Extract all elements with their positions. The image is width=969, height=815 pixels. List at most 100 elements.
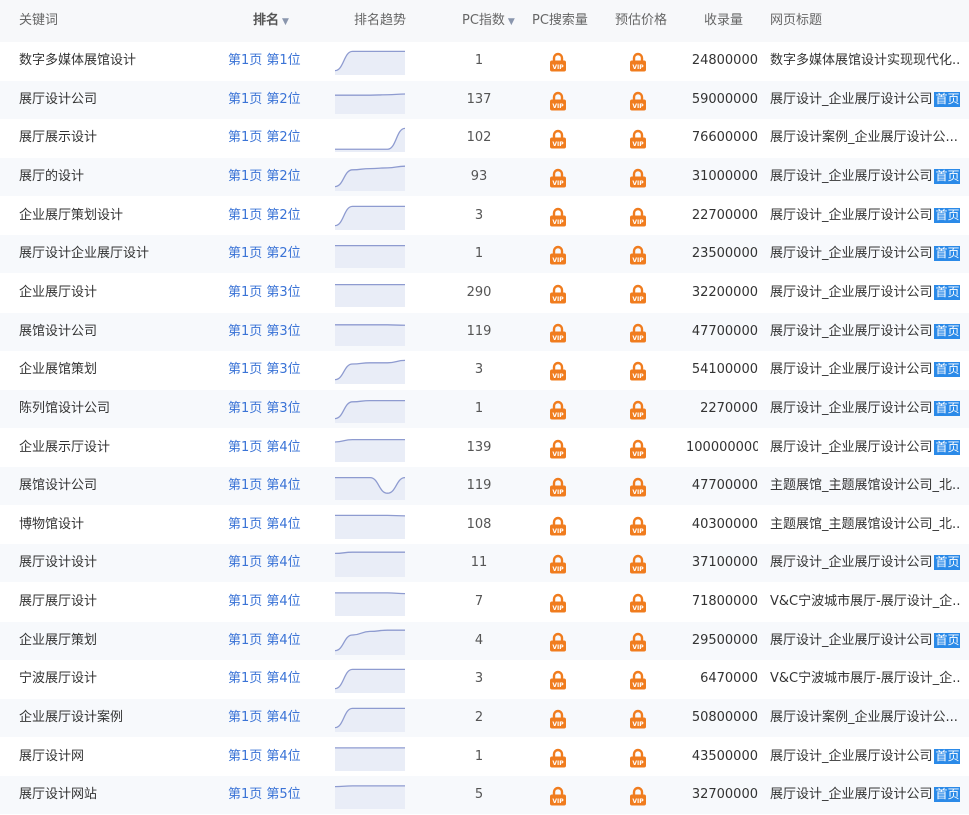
rank-link[interactable]: 第1页 第4位 — [228, 506, 328, 544]
rank-trend-sparkline[interactable] — [335, 511, 405, 539]
vip-lock-icon[interactable]: VIP — [549, 632, 567, 652]
rank-trend-sparkline[interactable] — [335, 318, 405, 346]
rank-link[interactable]: 第1页 第4位 — [228, 660, 328, 698]
rank-link[interactable]: 第1页 第4位 — [228, 583, 328, 621]
page-title-cell[interactable]: 展厅设计_企业展厅设计公司 首页 — [770, 81, 960, 119]
vip-lock-icon[interactable]: VIP — [549, 168, 567, 188]
vip-lock-icon[interactable]: VIP — [629, 477, 647, 497]
page-title-cell[interactable]: 展厅设计_企业展厅设计公司 首页 — [770, 313, 960, 351]
rank-link[interactable]: 第1页 第4位 — [228, 544, 328, 582]
col-pc-index-sort[interactable]: PC指数 ▼ — [462, 0, 515, 42]
page-title-cell[interactable]: 展厅设计_企业展厅设计公司 首页 — [770, 622, 960, 660]
page-title-cell[interactable]: 展厅设计_企业展厅设计公司 首页 — [770, 390, 960, 428]
vip-lock-icon[interactable]: VIP — [549, 593, 567, 613]
rank-link[interactable]: 第1页 第2位 — [228, 81, 328, 119]
rank-trend-sparkline[interactable] — [335, 627, 405, 655]
rank-trend-sparkline[interactable] — [335, 202, 405, 230]
rank-trend-sparkline[interactable] — [335, 124, 405, 153]
rank-link[interactable]: 第1页 第2位 — [228, 235, 328, 273]
rank-link[interactable]: 第1页 第2位 — [228, 158, 328, 196]
vip-lock-icon[interactable]: VIP — [549, 400, 567, 420]
rank-trend-sparkline[interactable] — [335, 665, 405, 694]
rank-trend-sparkline[interactable] — [335, 743, 405, 771]
rank-link[interactable]: 第1页 第3位 — [228, 274, 328, 312]
rank-link[interactable]: 第1页 第4位 — [228, 429, 328, 467]
vip-lock-icon[interactable]: VIP — [549, 748, 567, 768]
page-title-cell[interactable]: V&C宁波城市展厅-展厅设计_企... — [770, 660, 960, 698]
page-title-cell[interactable]: 展厅设计案例_企业展厅设计公... — [770, 119, 960, 157]
vip-lock-icon[interactable]: VIP — [629, 284, 647, 304]
vip-lock-icon[interactable]: VIP — [629, 323, 647, 343]
rank-link[interactable]: 第1页 第3位 — [228, 351, 328, 389]
vip-lock-icon[interactable]: VIP — [629, 670, 647, 690]
vip-lock-icon[interactable]: VIP — [549, 786, 567, 806]
vip-lock-icon[interactable]: VIP — [629, 439, 647, 459]
vip-lock-icon[interactable]: VIP — [549, 554, 567, 574]
page-title-cell[interactable]: 主题展馆_主题展馆设计公司_北... — [770, 467, 960, 505]
page-title-cell[interactable]: 展厅设计_企业展厅设计公司 首页 — [770, 197, 960, 235]
page-title-cell[interactable]: 数字多媒体展馆设计实现现代化... — [770, 42, 960, 80]
vip-lock-icon[interactable]: VIP — [549, 361, 567, 381]
rank-trend-sparkline[interactable] — [335, 47, 405, 75]
vip-lock-icon[interactable]: VIP — [549, 516, 567, 536]
page-title-cell[interactable]: V&C宁波城市展厅-展厅设计_企... — [770, 583, 960, 621]
page-title-cell[interactable]: 展厅设计_企业展厅设计公司 首页 — [770, 274, 960, 312]
vip-lock-icon[interactable]: VIP — [549, 439, 567, 459]
rank-trend-sparkline[interactable] — [335, 163, 405, 191]
rank-trend-sparkline[interactable] — [335, 781, 405, 810]
rank-trend-sparkline[interactable] — [335, 356, 405, 385]
rank-link[interactable]: 第1页 第4位 — [228, 467, 328, 505]
page-title-cell[interactable]: 展厅设计案例_企业展厅设计公... — [770, 699, 960, 737]
page-title-cell[interactable]: 展厅设计_企业展厅设计公司 首页 — [770, 776, 960, 814]
vip-lock-icon[interactable]: VIP — [629, 786, 647, 806]
col-rank-sort[interactable]: 排名 ▼ — [253, 0, 289, 42]
rank-trend-sparkline[interactable] — [335, 279, 405, 307]
page-title-cell[interactable]: 展厅设计_企业展厅设计公司 首页 — [770, 351, 960, 389]
vip-lock-icon[interactable]: VIP — [629, 709, 647, 729]
rank-trend-sparkline[interactable] — [335, 588, 405, 617]
vip-lock-icon[interactable]: VIP — [629, 400, 647, 420]
vip-lock-icon[interactable]: VIP — [549, 52, 567, 72]
rank-trend-sparkline[interactable] — [335, 434, 405, 462]
rank-trend-sparkline[interactable] — [335, 472, 405, 501]
rank-trend-sparkline[interactable] — [335, 549, 405, 578]
page-title-cell[interactable]: 展厅设计_企业展厅设计公司 首页 — [770, 544, 960, 582]
rank-trend-sparkline[interactable] — [335, 86, 405, 114]
vip-lock-icon[interactable]: VIP — [549, 91, 567, 111]
vip-lock-icon[interactable]: VIP — [549, 323, 567, 343]
rank-trend-sparkline[interactable] — [335, 395, 405, 423]
rank-link[interactable]: 第1页 第2位 — [228, 119, 328, 157]
rank-link[interactable]: 第1页 第3位 — [228, 390, 328, 428]
vip-lock-icon[interactable]: VIP — [629, 748, 647, 768]
vip-lock-icon[interactable]: VIP — [629, 52, 647, 72]
vip-lock-icon[interactable]: VIP — [549, 670, 567, 690]
vip-lock-icon[interactable]: VIP — [629, 361, 647, 381]
vip-lock-icon[interactable]: VIP — [549, 207, 567, 227]
vip-lock-icon[interactable]: VIP — [629, 554, 647, 574]
page-title-cell[interactable]: 展厅设计_企业展厅设计公司 首页 — [770, 158, 960, 196]
vip-lock-icon[interactable]: VIP — [549, 477, 567, 497]
vip-lock-icon[interactable]: VIP — [549, 709, 567, 729]
rank-trend-sparkline[interactable] — [335, 704, 405, 733]
vip-lock-icon[interactable]: VIP — [629, 632, 647, 652]
rank-trend-sparkline[interactable] — [335, 240, 405, 269]
page-title-cell[interactable]: 展厅设计_企业展厅设计公司 首页 — [770, 235, 960, 273]
page-title-cell[interactable]: 主题展馆_主题展馆设计公司_北... — [770, 506, 960, 544]
rank-link[interactable]: 第1页 第4位 — [228, 699, 328, 737]
vip-lock-icon[interactable]: VIP — [549, 245, 567, 265]
vip-lock-icon[interactable]: VIP — [629, 168, 647, 188]
vip-lock-icon[interactable]: VIP — [549, 129, 567, 149]
vip-lock-icon[interactable]: VIP — [549, 284, 567, 304]
page-title-cell[interactable]: 展厅设计_企业展厅设计公司 首页 — [770, 738, 960, 776]
rank-link[interactable]: 第1页 第5位 — [228, 776, 328, 814]
vip-lock-icon[interactable]: VIP — [629, 516, 647, 536]
rank-link[interactable]: 第1页 第3位 — [228, 313, 328, 351]
vip-lock-icon[interactable]: VIP — [629, 129, 647, 149]
page-title-cell[interactable]: 展厅设计_企业展厅设计公司 首页 — [770, 429, 960, 467]
vip-lock-icon[interactable]: VIP — [629, 207, 647, 227]
rank-link[interactable]: 第1页 第1位 — [228, 42, 328, 80]
vip-lock-icon[interactable]: VIP — [629, 91, 647, 111]
vip-lock-icon[interactable]: VIP — [629, 593, 647, 613]
vip-lock-icon[interactable]: VIP — [629, 245, 647, 265]
rank-link[interactable]: 第1页 第2位 — [228, 197, 328, 235]
